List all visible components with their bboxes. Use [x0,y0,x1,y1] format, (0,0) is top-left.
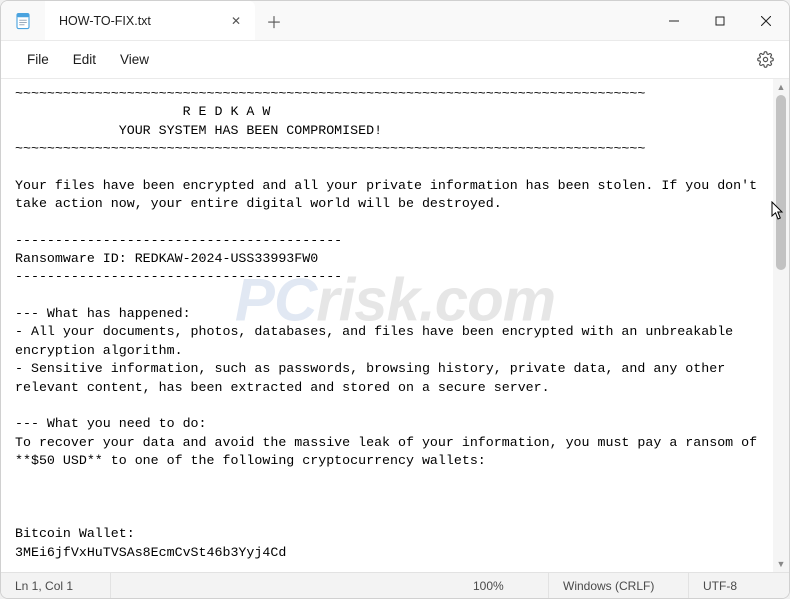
status-encoding: UTF-8 [689,573,789,598]
title-bar: HOW-TO-FIX.txt ✕ ＋ [1,1,789,41]
menu-bar: File Edit View [1,41,789,79]
scrollbar-thumb[interactable] [776,95,786,270]
settings-button[interactable] [749,44,781,76]
status-bar: Ln 1, Col 1 100% Windows (CRLF) UTF-8 [1,572,789,598]
scroll-down-arrow[interactable]: ▼ [773,556,789,572]
notepad-window: HOW-TO-FIX.txt ✕ ＋ File Edit View [0,0,790,599]
menu-edit[interactable]: Edit [61,46,108,73]
notepad-app-icon [1,1,45,40]
file-tab[interactable]: HOW-TO-FIX.txt ✕ [45,1,255,40]
scrollbar-track[interactable] [776,95,786,556]
window-controls [651,1,789,40]
status-zoom[interactable]: 100% [459,573,549,598]
text-content[interactable]: ~~~~~~~~~~~~~~~~~~~~~~~~~~~~~~~~~~~~~~~~… [1,79,773,572]
editor-area: ~~~~~~~~~~~~~~~~~~~~~~~~~~~~~~~~~~~~~~~~… [1,79,789,572]
maximize-button[interactable] [697,1,743,40]
new-tab-button[interactable]: ＋ [255,1,293,40]
minimize-button[interactable] [651,1,697,40]
tab-title: HOW-TO-FIX.txt [59,14,223,28]
close-window-button[interactable] [743,1,789,40]
close-tab-button[interactable]: ✕ [223,8,249,34]
menu-view[interactable]: View [108,46,161,73]
menu-file[interactable]: File [15,46,61,73]
status-cursor-pos: Ln 1, Col 1 [1,573,111,598]
vertical-scrollbar[interactable]: ▲ ▼ [773,79,789,572]
titlebar-drag-area[interactable] [293,1,651,40]
scroll-up-arrow[interactable]: ▲ [773,79,789,95]
status-line-ending: Windows (CRLF) [549,573,689,598]
